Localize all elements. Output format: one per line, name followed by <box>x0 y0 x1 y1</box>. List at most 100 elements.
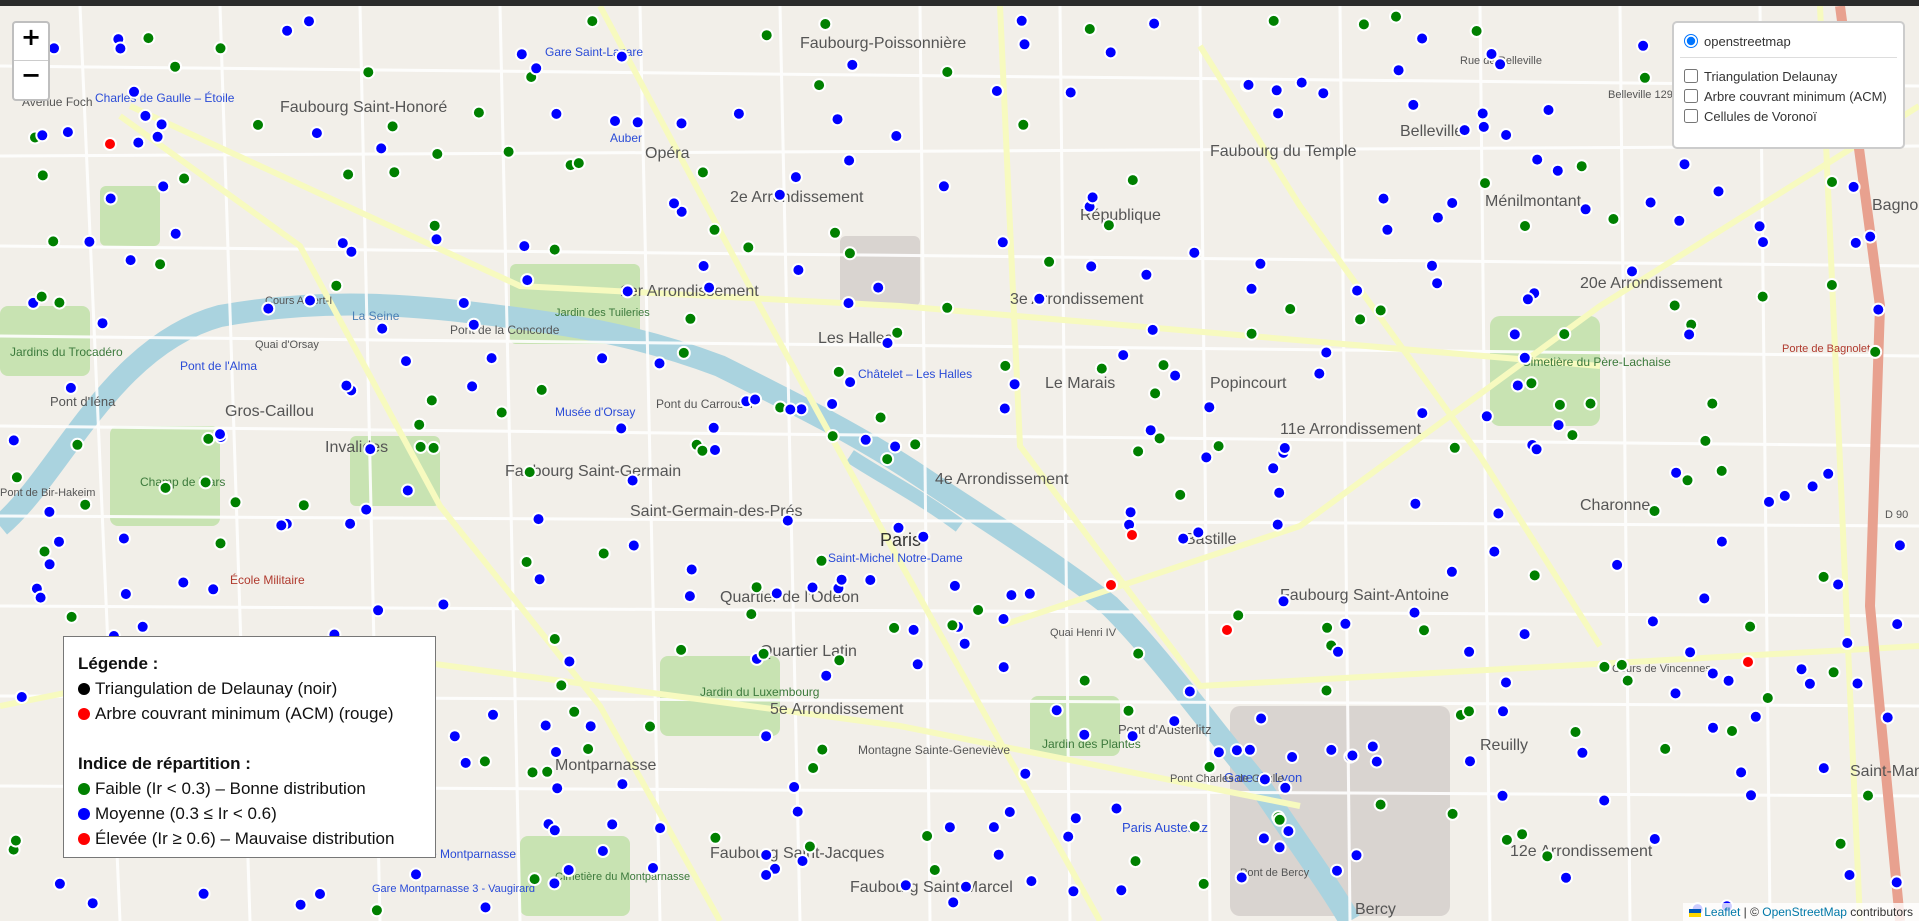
station-marker[interactable] <box>1167 714 1182 729</box>
station-marker[interactable] <box>547 632 562 646</box>
station-marker[interactable] <box>1802 676 1817 691</box>
station-marker[interactable] <box>947 578 962 593</box>
station-marker[interactable] <box>42 504 57 519</box>
station-marker[interactable] <box>1760 691 1775 705</box>
overlay-acm-checkbox[interactable] <box>1684 89 1698 103</box>
station-marker[interactable] <box>920 829 935 843</box>
station-marker[interactable] <box>293 897 308 912</box>
station-marker[interactable] <box>1557 327 1572 342</box>
station-marker[interactable] <box>1077 727 1092 742</box>
station-marker[interactable] <box>309 126 324 141</box>
station-marker[interactable] <box>550 781 565 796</box>
station-marker[interactable] <box>707 222 722 237</box>
station-marker[interactable] <box>759 868 774 882</box>
station-marker[interactable] <box>906 622 921 637</box>
station-marker[interactable] <box>456 296 471 310</box>
station-marker[interactable] <box>1444 564 1459 579</box>
station-marker[interactable] <box>1530 152 1545 167</box>
station-marker[interactable] <box>1085 190 1100 205</box>
station-marker[interactable] <box>1389 9 1403 24</box>
station-marker[interactable] <box>695 443 710 458</box>
station-marker[interactable] <box>341 167 356 182</box>
station-marker[interactable] <box>787 780 802 794</box>
station-marker[interactable] <box>554 678 569 693</box>
station-marker[interactable] <box>1682 327 1697 342</box>
station-marker[interactable] <box>1182 684 1197 699</box>
station-marker[interactable] <box>296 498 311 513</box>
station-marker[interactable] <box>1647 504 1662 518</box>
station-marker[interactable] <box>529 61 544 76</box>
station-marker[interactable] <box>832 653 847 668</box>
station-marker[interactable] <box>1680 473 1695 488</box>
station-marker[interactable] <box>1756 235 1770 250</box>
station-marker[interactable] <box>1643 195 1658 210</box>
station-marker[interactable] <box>889 129 904 143</box>
station-marker[interactable] <box>514 47 529 62</box>
station-marker[interactable] <box>643 719 657 734</box>
station-marker[interactable] <box>1131 646 1146 661</box>
station-marker[interactable] <box>1324 742 1339 757</box>
station-marker[interactable] <box>608 114 622 128</box>
station-marker[interactable] <box>70 437 85 452</box>
station-marker[interactable] <box>595 351 610 366</box>
station-marker[interactable] <box>1125 173 1140 188</box>
station-marker[interactable] <box>177 171 192 186</box>
station-marker[interactable] <box>942 820 957 835</box>
station-marker[interactable] <box>517 239 532 254</box>
station-marker[interactable] <box>1125 729 1140 744</box>
station-marker[interactable] <box>1319 683 1334 698</box>
station-marker[interactable] <box>1276 594 1291 609</box>
station-marker[interactable] <box>940 65 955 79</box>
station-marker[interactable] <box>371 603 386 618</box>
station-marker[interactable] <box>1253 256 1268 271</box>
station-marker[interactable] <box>818 17 833 31</box>
station-marker[interactable] <box>695 165 710 180</box>
station-marker[interactable] <box>540 764 555 779</box>
station-marker[interactable] <box>547 823 562 838</box>
station-marker[interactable] <box>35 128 50 143</box>
station-marker[interactable] <box>1320 620 1335 635</box>
station-marker[interactable] <box>1816 761 1831 776</box>
station-marker[interactable] <box>8 833 23 848</box>
station-marker[interactable] <box>302 14 316 29</box>
station-marker[interactable] <box>478 900 493 915</box>
station-marker[interactable] <box>1606 212 1621 226</box>
station-marker[interactable] <box>1016 117 1031 132</box>
station-marker[interactable] <box>1406 97 1421 112</box>
station-marker[interactable] <box>880 452 895 467</box>
station-marker[interactable] <box>1231 608 1246 623</box>
station-marker[interactable] <box>1094 361 1109 376</box>
osm-link[interactable]: OpenStreetMap <box>1762 905 1847 919</box>
station-marker[interactable] <box>1131 444 1146 459</box>
station-marker[interactable] <box>1121 703 1136 718</box>
station-marker[interactable] <box>430 147 445 161</box>
station-marker[interactable] <box>1116 348 1131 363</box>
station-marker[interactable] <box>1345 748 1360 763</box>
zoom-in-button[interactable]: + <box>14 23 48 60</box>
station-marker[interactable] <box>1705 396 1720 411</box>
station-marker[interactable] <box>997 401 1012 416</box>
station-marker[interactable] <box>33 590 48 605</box>
station-marker[interactable] <box>615 777 630 792</box>
station-marker[interactable] <box>772 187 787 202</box>
station-marker[interactable] <box>1269 83 1284 98</box>
station-marker[interactable] <box>667 196 681 211</box>
station-marker[interactable] <box>744 607 759 622</box>
station-marker[interactable] <box>605 817 620 832</box>
station-marker[interactable] <box>1285 750 1300 764</box>
station-marker[interactable] <box>991 847 1006 862</box>
station-marker-high[interactable] <box>1125 528 1139 542</box>
station-marker[interactable] <box>1244 326 1259 341</box>
station-marker[interactable] <box>1677 157 1692 172</box>
station-marker[interactable] <box>614 49 629 64</box>
station-marker[interactable] <box>940 300 955 315</box>
station-marker[interactable] <box>158 480 173 495</box>
station-marker[interactable] <box>996 612 1011 626</box>
station-marker[interactable] <box>1199 450 1214 465</box>
station-marker[interactable] <box>1376 191 1391 206</box>
station-marker[interactable] <box>501 144 516 159</box>
station-marker[interactable] <box>841 296 856 311</box>
station-marker[interactable] <box>1524 376 1539 391</box>
station-marker[interactable] <box>1515 827 1530 842</box>
station-marker[interactable] <box>1319 345 1334 360</box>
